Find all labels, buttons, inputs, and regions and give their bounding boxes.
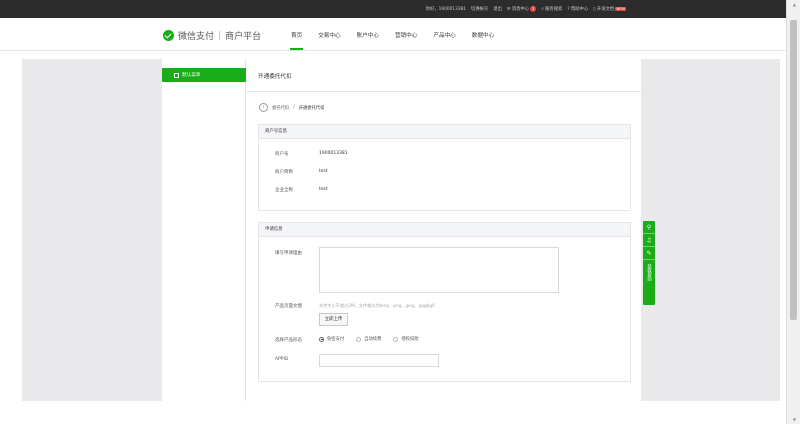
service-search-label: 服务搜索 xyxy=(545,7,563,12)
switch-account-link[interactable]: 切换帐号 xyxy=(471,6,488,12)
application-info-header: 申请信息 xyxy=(259,223,630,237)
sidebar-item-default-menu[interactable]: 默认菜单 xyxy=(162,68,246,82)
screenshot-label: 产品页面文图 xyxy=(275,304,302,309)
reason-textarea[interactable] xyxy=(319,247,559,293)
breadcrumb-separator: / xyxy=(293,105,295,110)
message-center-label: 消息中心 xyxy=(511,7,529,12)
message-count-badge: 2 xyxy=(530,6,537,12)
radio-auto-renewal[interactable]: 自动续费 xyxy=(356,336,381,342)
radio-label: 自动续费 xyxy=(364,337,382,342)
scrollbar-thumb[interactable] xyxy=(790,20,797,320)
nav-trade-center[interactable]: 交易中心 xyxy=(310,31,348,51)
logo-text: 微信支付 xyxy=(178,32,215,42)
get-help-button[interactable]: 获取帮助 xyxy=(643,260,655,284)
help-center-link[interactable]: ? 帮助中心 xyxy=(567,6,588,12)
back-icon[interactable]: ‹ xyxy=(259,103,268,112)
dev-docs-label: 开发文档 xyxy=(596,7,615,12)
appid-input[interactable] xyxy=(319,354,439,367)
logout-link[interactable]: 退出 xyxy=(493,6,502,12)
application-info-section: 申请信息 填写申请理由 产品页面文图 文件大小不超过2M，文件格式为bmp、pn… xyxy=(258,222,631,382)
upload-hint: 文件大小不超过2M，文件格式为bmp、png、jpeg、jpg或gif xyxy=(319,303,435,308)
mail-icon: ✉ xyxy=(506,7,511,12)
main-header: 微信支付 | 商户平台 首页 交易中心 账户中心 营销中心 产品中心 数据中心 xyxy=(0,18,786,51)
merchant-short-name-value: test xyxy=(319,169,328,174)
help-center-label: 帮助中心 xyxy=(570,7,589,12)
title-divider xyxy=(246,91,641,92)
scroll-up-arrow-icon[interactable]: ▲ xyxy=(793,2,796,7)
company-name-label: 企业全称 xyxy=(275,188,293,193)
grid-icon xyxy=(174,72,179,78)
get-help-label: 获取帮助 xyxy=(646,264,652,282)
radio-checked-icon xyxy=(319,336,324,342)
platform-text: 商户平台 xyxy=(225,32,262,42)
breadcrumb-parent-link[interactable]: 委托代扣 xyxy=(272,105,289,111)
radio-unchecked-icon xyxy=(393,336,399,342)
sidebar-item-label: 默认菜单 xyxy=(182,73,201,78)
nav-account-center[interactable]: 账户中心 xyxy=(349,31,387,51)
wechat-pay-icon xyxy=(163,30,174,41)
link-icon[interactable]: ⚲ xyxy=(643,221,655,234)
nav-data-center[interactable]: 数据中心 xyxy=(464,31,502,51)
nav-home[interactable]: 首页 xyxy=(283,31,310,51)
bell-icon[interactable]: ♫ xyxy=(643,234,655,247)
page-title: 开通委托代扣 xyxy=(258,74,292,80)
floating-help-bar: ⚲ ♫ ✎ 获取帮助 xyxy=(643,221,655,305)
logo-divider: | xyxy=(218,30,222,41)
sidebar: 默认菜单 xyxy=(162,59,246,401)
reason-label: 填写申请理由 xyxy=(275,251,302,256)
radio-authorized-deduction[interactable]: 授权扣款 xyxy=(393,336,419,342)
service-search-link[interactable]: ⌕ 服务搜索 xyxy=(541,6,562,12)
breadcrumb: ‹ 委托代扣 / 开通委托代扣 xyxy=(259,103,324,112)
main-nav: 首页 交易中心 账户中心 营销中心 产品中心 数据中心 xyxy=(283,31,502,51)
merchant-id-value: 1900013381 xyxy=(319,151,348,156)
company-name-row: 企业全称 test xyxy=(275,187,328,193)
merchant-short-name-row: 商户简称 test xyxy=(275,169,328,175)
top-bar: 你好，1900013381 切换帐号 退出 ✉ 消息中心 2 ⌕ 服务搜索 ? … xyxy=(0,0,786,18)
product-type-radio-group: 免密支付 自动续费 授权扣款 xyxy=(319,336,419,342)
nav-product-center[interactable]: 产品中心 xyxy=(425,31,463,51)
breadcrumb-current: 开通委托代扣 xyxy=(298,105,325,111)
merchant-short-name-label: 商户简称 xyxy=(275,170,293,175)
radio-unchecked-icon xyxy=(356,336,362,342)
product-type-row: 选择产品形态 xyxy=(275,337,319,343)
radio-password-free-payment[interactable]: 免密支付 xyxy=(319,336,344,342)
reason-row: 填写申请理由 xyxy=(275,250,319,256)
nav-marketing-center[interactable]: 营销中心 xyxy=(387,31,425,51)
upload-button[interactable]: 立即上传 xyxy=(319,313,348,326)
new-badge: NEW xyxy=(615,7,626,11)
merchant-info-section: 商户号信息 商户号 1900013381 商户简称 test 企业全称 test xyxy=(258,124,631,211)
edit-icon[interactable]: ✎ xyxy=(643,247,655,260)
merchant-info-header: 商户号信息 xyxy=(259,125,630,139)
radio-label: 授权扣款 xyxy=(401,337,419,342)
appid-row: APPID xyxy=(275,357,319,362)
message-center-link[interactable]: ✉ 消息中心 2 xyxy=(507,6,537,12)
screenshot-row: 产品页面文图 xyxy=(275,303,319,309)
radio-label: 免密支付 xyxy=(327,337,345,342)
appid-label: APPID xyxy=(275,357,289,362)
company-name-value: test xyxy=(319,187,328,192)
doc-icon: ▯ xyxy=(593,7,596,12)
page-scrollbar[interactable]: ▲ ▼ xyxy=(786,0,800,424)
scroll-down-arrow-icon[interactable]: ▼ xyxy=(793,417,796,422)
dev-docs-link[interactable]: ▯ 开发文档 NEW xyxy=(593,6,626,12)
product-type-label: 选择产品形态 xyxy=(275,338,302,343)
help-icon: ? xyxy=(567,7,570,12)
logo[interactable]: 微信支付 | 商户平台 xyxy=(163,29,261,42)
search-icon: ⌕ xyxy=(541,7,544,12)
main-content: 开通委托代扣 ‹ 委托代扣 / 开通委托代扣 商户号信息 商户号 1900013… xyxy=(246,59,641,401)
merchant-id-label: 商户号 xyxy=(275,152,289,157)
merchant-id-row: 商户号 1900013381 xyxy=(275,151,348,157)
greeting-text: 你好，1900013381 xyxy=(425,7,467,12)
